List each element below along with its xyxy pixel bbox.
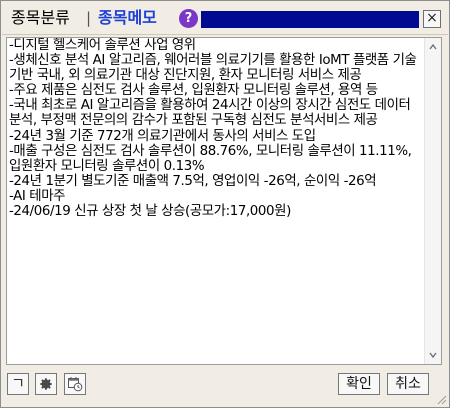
cancel-button[interactable]: 취소 — [387, 373, 429, 395]
collapse-label: ㄱ — [11, 374, 25, 392]
resize-grip-icon[interactable] — [435, 393, 447, 405]
close-button[interactable]: × — [423, 10, 441, 28]
calendar-clock-icon — [68, 377, 83, 392]
settings-button[interactable] — [35, 373, 57, 395]
gear-icon — [40, 378, 52, 390]
tab-separator: | — [86, 9, 92, 27]
help-icon[interactable]: ? — [179, 9, 198, 28]
collapse-button[interactable]: ㄱ — [7, 373, 29, 395]
bottom-toolbar: ㄱ 확인 취소 — [1, 367, 449, 407]
chevron-up-icon[interactable] — [428, 42, 438, 52]
memo-area: -디지털 헬스케어 솔루션 사업 영위 -생체신호 분석 AI 알고리즘, 웨어… — [6, 37, 442, 365]
close-icon: × — [426, 10, 438, 26]
history-button[interactable] — [64, 373, 86, 395]
title-bar: 종목분류 | 종목메모 ? × — [2, 2, 448, 35]
chevron-down-icon[interactable] — [428, 350, 438, 360]
tab-stock-classification[interactable]: 종목분류 — [11, 8, 70, 28]
vertical-scrollbar[interactable] — [424, 38, 441, 364]
ok-button[interactable]: 확인 — [338, 373, 380, 395]
title-band — [201, 11, 419, 28]
tab-stock-memo[interactable]: 종목메모 — [98, 8, 157, 28]
stock-memo-window: 종목분류 | 종목메모 ? × -디지털 헬스케어 솔루션 사업 영위 -생체신… — [0, 0, 450, 408]
memo-textarea[interactable]: -디지털 헬스케어 솔루션 사업 영위 -생체신호 분석 AI 알고리즘, 웨어… — [9, 38, 423, 364]
